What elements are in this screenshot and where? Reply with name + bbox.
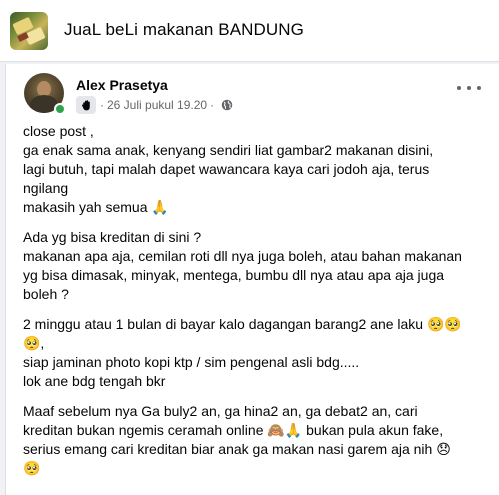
post-paragraph: Ada yg bisa kreditan di sini ? makanan a… [23,228,493,304]
text-line: makanan apa aja, cemilan roti dll nya ju… [23,248,462,264]
meta-separator-2: · [210,98,215,112]
globe-icon[interactable] [221,99,233,111]
post-paragraph: 2 minggu atau 1 bulan di bayar kalo daga… [23,315,493,391]
waving-hand-icon[interactable] [76,96,96,114]
text-line: kreditan bukan ngemis ceramah online 🙈🙏 … [23,422,444,438]
text-line: makasih yah semua 🙏 [23,199,169,215]
text-line: Maaf sebelum nya Ga buly2 an, ga hina2 a… [23,403,418,419]
meta-separator: · [100,98,104,112]
author-avatar[interactable] [24,73,66,115]
online-status-icon [54,103,66,115]
text-line: serius emang cari kreditan biar anak ga … [23,441,451,457]
text-line: siap jaminan photo kopi ktp / sim pengen… [23,354,360,370]
text-line: ngilang [23,180,69,196]
group-header: JuaL beLi makanan BANDUNG [0,0,499,62]
post-paragraph: Maaf sebelum nya Ga buly2 an, ga hina2 a… [23,402,493,478]
post-paragraph: close post , ga enak sama anak, kenyang … [23,122,493,217]
text-line: 🥺 [23,460,41,476]
text-line: close post , [23,123,94,139]
post-card: Alex Prasetya · 26 Juli pukul 19.20 · cl… [5,64,499,495]
text-line: ga enak sama anak, kenyang sendiri liat … [23,142,434,158]
post-meta: · 26 Juli pukul 19.20 · [76,96,233,114]
group-cover-image[interactable] [10,12,48,50]
more-options-icon[interactable] [457,82,481,94]
text-line: lok ane bdg tengah bkr [23,373,166,389]
post-text: close post , ga enak sama anak, kenyang … [23,122,493,489]
text-line: lagi butuh, tapi malah dapet wawancara k… [23,161,430,177]
text-line: 2 minggu atau 1 bulan di bayar kalo daga… [23,316,462,332]
group-title[interactable]: JuaL beLi makanan BANDUNG [64,20,304,40]
text-line: boleh ? [23,286,69,302]
author-name[interactable]: Alex Prasetya [76,77,168,93]
text-line: 🥺, [23,335,45,351]
post-timestamp[interactable]: 26 Juli pukul 19.20 [107,98,207,112]
text-line: yg bisa dimasak, minyak, mentega, bumbu … [23,267,445,283]
text-line: Ada yg bisa kreditan di sini ? [23,229,202,245]
